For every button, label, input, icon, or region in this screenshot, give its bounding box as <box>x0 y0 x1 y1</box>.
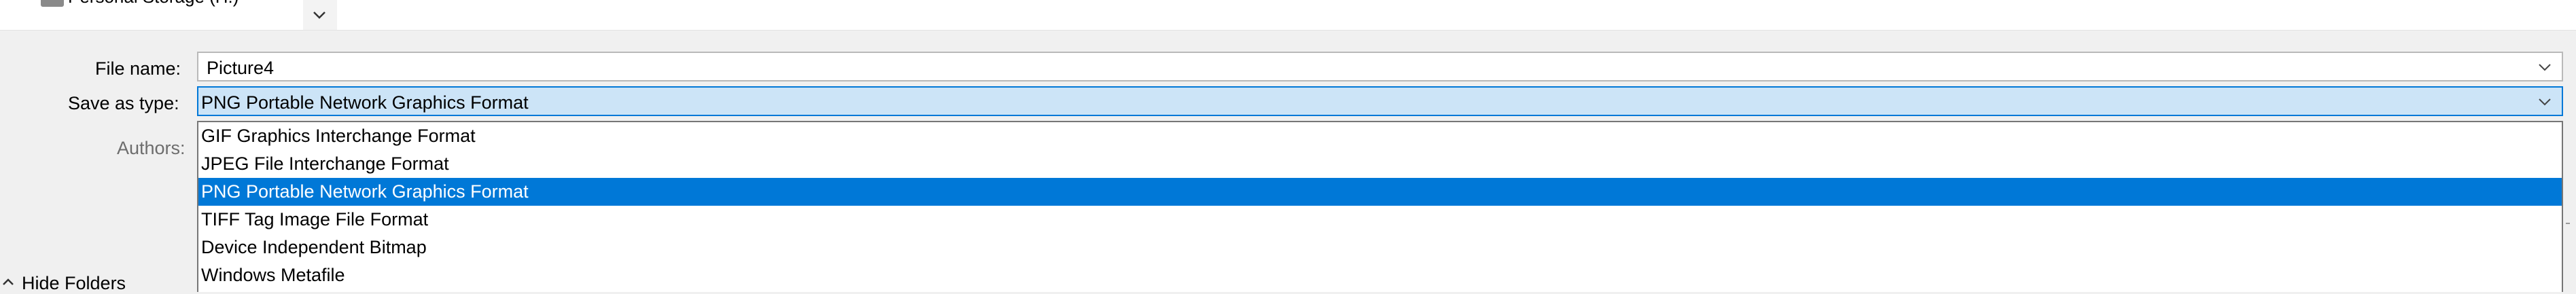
save-type-combobox[interactable]: PNG Portable Network Graphics Format <box>197 86 2563 116</box>
file-name-value[interactable]: Picture4 <box>207 58 274 79</box>
save-type-dropdown-list[interactable]: GIF Graphics Interchange Format JPEG Fil… <box>197 121 2563 292</box>
drive-icon <box>41 0 64 7</box>
authors-label: Authors: <box>117 138 186 158</box>
dropdown-option-png[interactable]: PNG Portable Network Graphics Format <box>198 178 2562 206</box>
chevron-up-icon <box>3 278 14 285</box>
save-type-label: Save as type: <box>68 93 179 113</box>
chevron-down-icon[interactable] <box>2537 97 2552 107</box>
dropdown-option-metafile[interactable]: Windows Metafile <box>198 261 2562 289</box>
file-name-label: File name: <box>95 58 181 79</box>
nav-expand-button[interactable] <box>303 0 337 30</box>
storage-drive-label[interactable]: Personal Storage (H:) <box>68 0 239 7</box>
dialog-right-edge <box>2566 121 2576 291</box>
file-name-field[interactable]: Picture4 <box>197 52 2563 81</box>
chevron-down-icon <box>313 12 325 19</box>
hide-folders-label: Hide Folders <box>22 273 126 293</box>
chevron-down-icon[interactable] <box>2537 62 2552 72</box>
dropdown-option-tiff[interactable]: TIFF Tag Image File Format <box>198 206 2562 234</box>
navigation-pane-strip: Personal Storage (H:) <box>0 0 2576 31</box>
dropdown-option-bitmap[interactable]: Device Independent Bitmap <box>198 234 2562 261</box>
dropdown-option-jpeg[interactable]: JPEG File Interchange Format <box>198 150 2562 178</box>
dropdown-option-gif[interactable]: GIF Graphics Interchange Format <box>198 122 2562 150</box>
save-type-value[interactable]: PNG Portable Network Graphics Format <box>201 92 529 113</box>
divider <box>2566 223 2570 224</box>
